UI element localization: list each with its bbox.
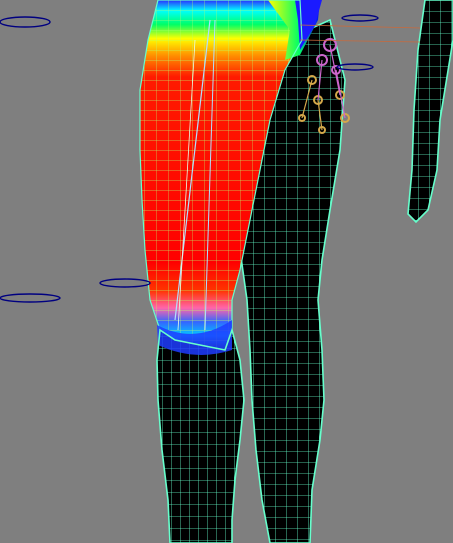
selected-calf-mesh[interactable] [156, 320, 245, 543]
3d-viewport[interactable] [0, 0, 453, 543]
viewport-canvas[interactable] [0, 0, 453, 543]
